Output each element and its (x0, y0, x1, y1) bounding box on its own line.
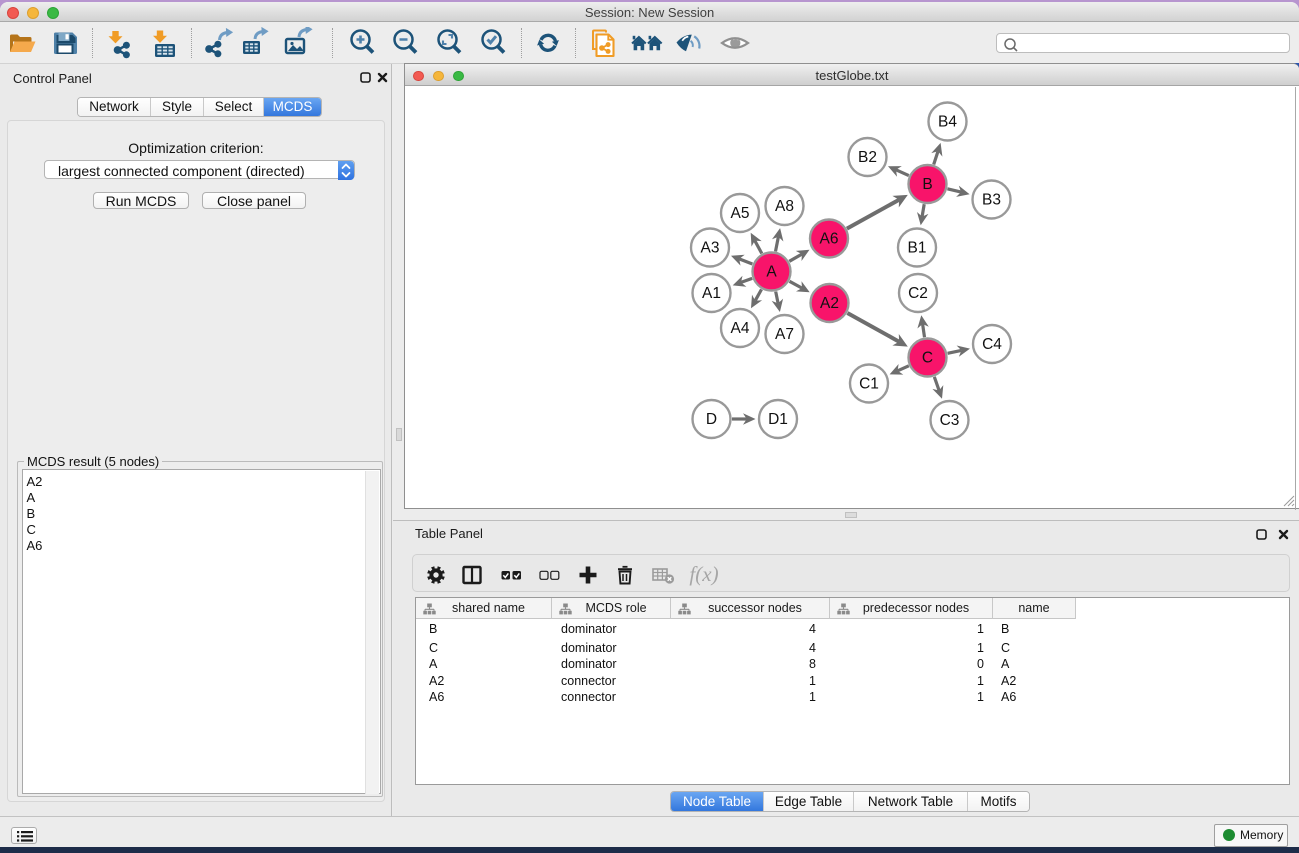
svg-text:A5: A5 (731, 205, 750, 222)
svg-text:A8: A8 (775, 198, 794, 215)
svg-text:C: C (922, 350, 933, 367)
svg-text:D: D (706, 411, 717, 428)
svg-text:C2: C2 (908, 285, 928, 302)
svg-text:B2: B2 (858, 149, 877, 166)
svg-text:A: A (766, 264, 777, 281)
svg-text:B3: B3 (982, 192, 1001, 209)
svg-text:A1: A1 (702, 285, 721, 302)
svg-text:A6: A6 (820, 231, 839, 248)
svg-text:C1: C1 (859, 376, 879, 393)
svg-text:D1: D1 (768, 411, 788, 428)
svg-text:A7: A7 (775, 326, 794, 343)
svg-text:B1: B1 (908, 240, 927, 257)
svg-text:A2: A2 (820, 295, 839, 312)
svg-text:C4: C4 (982, 336, 1002, 353)
svg-text:B: B (922, 176, 932, 193)
svg-text:A3: A3 (701, 240, 720, 257)
svg-text:C3: C3 (940, 412, 960, 429)
svg-text:A4: A4 (731, 320, 750, 337)
svg-text:B4: B4 (938, 114, 957, 131)
